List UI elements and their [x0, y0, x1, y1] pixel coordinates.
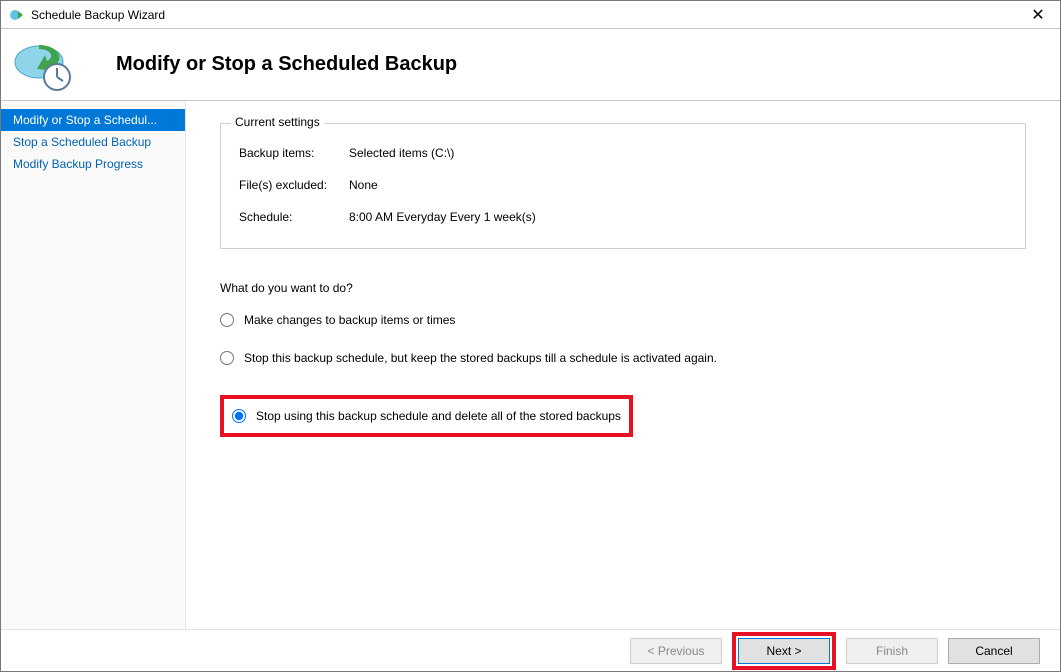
previous-button: < Previous [630, 638, 722, 664]
highlighted-option-wrapper: Stop using this backup schedule and dele… [220, 395, 633, 437]
sidebar-item-modify-progress[interactable]: Modify Backup Progress [1, 153, 185, 175]
page-title: Modify or Stop a Scheduled Backup [116, 53, 457, 76]
backup-items-label: Backup items: [239, 146, 349, 160]
window-title: Schedule Backup Wizard [31, 8, 1024, 22]
wizard-body: Modify or Stop a Schedul... Stop a Sched… [1, 101, 1060, 629]
option-stop-keep-label: Stop this backup schedule, but keep the … [244, 351, 717, 365]
files-excluded-value: None [349, 178, 378, 192]
next-button[interactable]: Next > [738, 638, 830, 664]
highlighted-next-wrapper: Next > [732, 632, 836, 670]
option-stop-delete-label: Stop using this backup schedule and dele… [256, 409, 621, 423]
backup-items-value: Selected items (C:\) [349, 146, 454, 160]
backup-items-row: Backup items: Selected items (C:\) [239, 146, 1007, 160]
wizard-header: Modify or Stop a Scheduled Backup [1, 29, 1060, 101]
schedule-value: 8:00 AM Everyday Every 1 week(s) [349, 210, 536, 224]
schedule-row: Schedule: 8:00 AM Everyday Every 1 week(… [239, 210, 1007, 224]
sidebar-item-modify-stop[interactable]: Modify or Stop a Schedul... [1, 109, 185, 131]
option-make-changes-label: Make changes to backup items or times [244, 313, 455, 327]
app-icon [9, 7, 25, 23]
wizard-content: Current settings Backup items: Selected … [186, 101, 1060, 629]
radio-make-changes[interactable] [220, 313, 234, 327]
files-excluded-row: File(s) excluded: None [239, 178, 1007, 192]
option-stop-keep[interactable]: Stop this backup schedule, but keep the … [220, 351, 1026, 365]
cancel-button[interactable]: Cancel [948, 638, 1040, 664]
wizard-footer: < Previous Next > Finish Cancel [1, 629, 1060, 671]
wizard-steps-sidebar: Modify or Stop a Schedul... Stop a Sched… [1, 101, 186, 629]
finish-button: Finish [846, 638, 938, 664]
current-settings-legend: Current settings [231, 115, 324, 129]
option-stop-delete[interactable]: Stop using this backup schedule and dele… [232, 409, 621, 423]
backup-wizard-icon [11, 37, 76, 92]
files-excluded-label: File(s) excluded: [239, 178, 349, 192]
radio-stop-keep[interactable] [220, 351, 234, 365]
close-button[interactable]: ✕ [1024, 5, 1052, 25]
titlebar: Schedule Backup Wizard ✕ [1, 1, 1060, 29]
schedule-label: Schedule: [239, 210, 349, 224]
radio-stop-delete[interactable] [232, 409, 246, 423]
sidebar-item-stop-scheduled[interactable]: Stop a Scheduled Backup [1, 131, 185, 153]
current-settings-group: Current settings Backup items: Selected … [220, 123, 1026, 249]
question-text: What do you want to do? [220, 281, 1026, 295]
option-make-changes[interactable]: Make changes to backup items or times [220, 313, 1026, 327]
